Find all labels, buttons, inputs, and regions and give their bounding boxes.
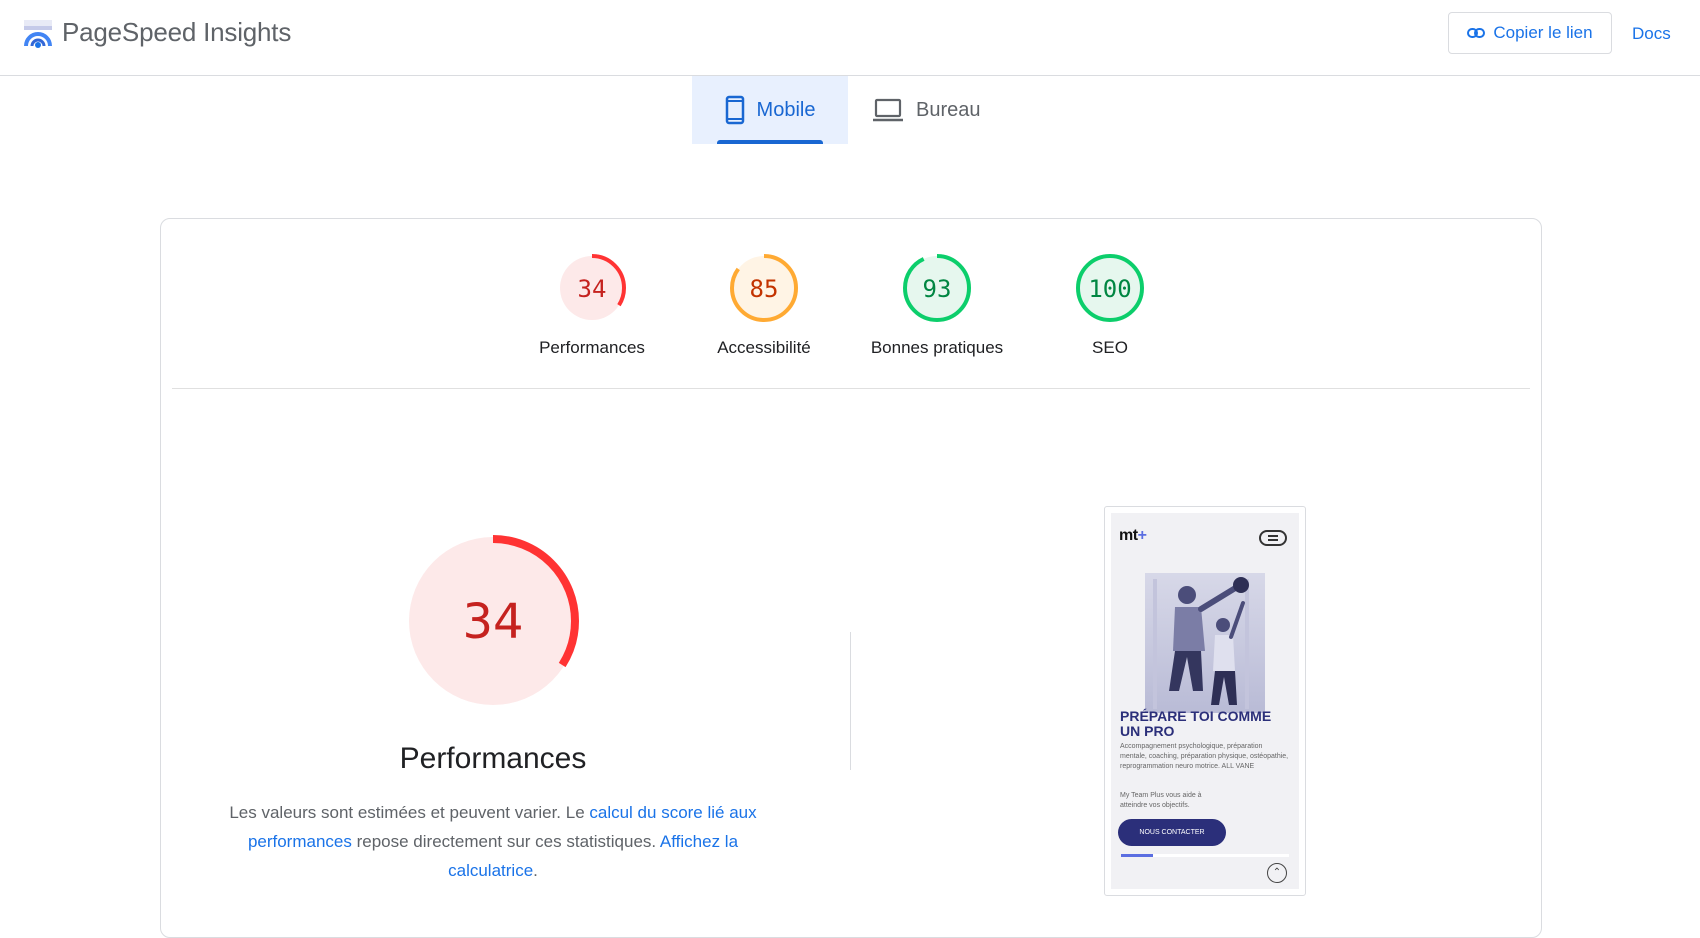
athletes-photo [1145, 573, 1265, 713]
copy-link-button[interactable]: Copier le lien [1448, 12, 1612, 54]
performance-title: Performances [399, 742, 587, 775]
score-gauge-seo[interactable]: 100 SEO [1030, 252, 1190, 358]
vertical-divider [850, 632, 851, 770]
docs-link[interactable]: Docs [1632, 24, 1671, 44]
site-logo: mt+ [1119, 527, 1147, 545]
score-value: 93 [923, 275, 952, 303]
performance-score-value: 34 [462, 594, 523, 650]
tab-desktop[interactable]: Bureau [872, 76, 1002, 144]
screenshot-content: mt+ PRÉPARE TOI COMME UN PRO Accompagnem… [1111, 513, 1299, 889]
score-label: Performances [539, 338, 645, 357]
score-ring: 34 [558, 254, 626, 322]
site-body-text-2: My Team Plus vous aide à atteindre vos o… [1120, 792, 1202, 809]
desc-text: . [533, 861, 538, 880]
score-label: Accessibilité [717, 338, 811, 357]
site-body-text: Accompagnement psychologique, préparatio… [1120, 743, 1289, 770]
score-value: 100 [1088, 275, 1131, 303]
score-value: 34 [578, 275, 607, 303]
top-bar: PageSpeed Insights Copier le lien Docs [0, 0, 1700, 76]
site-contact-button: NOUS CONTACTER [1118, 819, 1226, 846]
tab-mobile[interactable]: Mobile [692, 76, 848, 144]
smartphone-icon [725, 95, 744, 125]
tab-selected-indicator [717, 140, 823, 144]
site-logo-text: mt [1119, 527, 1138, 544]
score-gauge-accessibility[interactable]: 85 Accessibilité [684, 252, 844, 358]
desc-text: repose directement sur ces statistiques. [351, 832, 660, 851]
tab-desktop-label: Bureau [916, 98, 981, 121]
pagespeed-logo-icon [24, 20, 52, 48]
link-icon [1467, 28, 1486, 38]
scroll-up-icon: ⌃ [1267, 863, 1287, 883]
page-screenshot: mt+ PRÉPARE TOI COMME UN PRO Accompagnem… [1104, 506, 1306, 896]
laptop-icon [873, 98, 903, 122]
score-label: Bonnes pratiques [870, 338, 1004, 357]
site-headline: PRÉPARE TOI COMME UN PRO [1120, 708, 1272, 739]
score-gauge-performance[interactable]: 34 Performances [512, 252, 672, 358]
score-value: 85 [750, 275, 779, 303]
site-carousel-progress [1121, 854, 1289, 857]
section-divider [172, 388, 1530, 389]
hamburger-menu-icon [1259, 530, 1287, 546]
score-ring: 93 [903, 254, 971, 322]
tab-mobile-label: Mobile [756, 98, 816, 121]
score-ring: 85 [730, 254, 798, 322]
score-ring: 100 [1076, 254, 1144, 322]
copy-link-label: Copier le lien [1493, 23, 1593, 42]
score-gauge-best-practices[interactable]: 93 Bonnes pratiques [857, 252, 1017, 358]
app-title: PageSpeed Insights [62, 17, 292, 47]
score-label: SEO [1092, 338, 1128, 357]
desc-text: Les valeurs sont estimées et peuvent var… [229, 803, 590, 822]
performance-score-gauge: 34 [407, 535, 579, 707]
site-logo-plus: + [1137, 527, 1147, 544]
performance-description: Les valeurs sont estimées et peuvent var… [215, 798, 771, 885]
